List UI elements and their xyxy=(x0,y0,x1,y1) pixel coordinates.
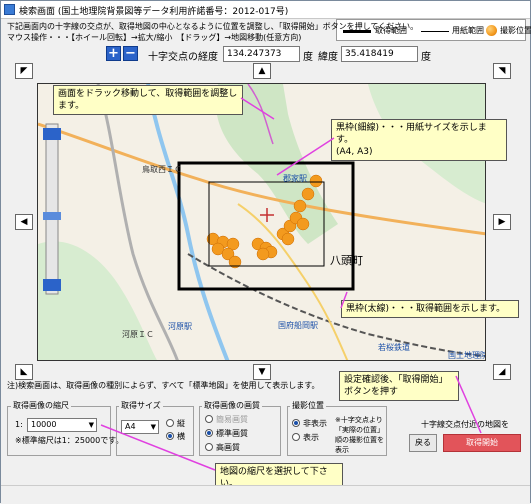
scale-prefix: 1: xyxy=(15,420,23,429)
thin-line-swatch xyxy=(421,31,449,32)
scale-select-value: 10000 xyxy=(31,420,57,429)
position-hide-radio[interactable] xyxy=(292,419,300,427)
scale-select[interactable]: 10000 ▼ xyxy=(27,418,97,432)
start-button[interactable]: 取得開始 xyxy=(443,434,521,452)
photo-dot-icon xyxy=(486,25,497,36)
chevron-down-icon: ▼ xyxy=(150,423,156,431)
quality-simple-radio[interactable] xyxy=(205,415,213,423)
longitude-unit: 度 xyxy=(303,52,313,63)
map-copyright: 国土地理院 xyxy=(448,351,486,360)
instruction-line-1: 下記画面内の十字線の交点が、取得地図の中心となるように位置を調整し、「取得開始」… xyxy=(7,22,419,31)
instruction-text: 下記画面内の十字線の交点が、取得地図の中心となるように位置を調整し、「取得開始」… xyxy=(7,21,418,43)
zoom-slider-track[interactable] xyxy=(45,123,59,295)
pan-north-button[interactable]: ▲ xyxy=(253,63,271,79)
zoom-out-button[interactable]: − xyxy=(123,46,138,61)
map-label-ic2: 河原ＩＣ xyxy=(122,330,154,339)
status-bar xyxy=(1,485,530,503)
legend-paper-label: 用紙範囲 xyxy=(452,26,484,35)
callout-thin-frame: 黒枠(細線)・・・用紙サイズを示します。 (A4, A3) xyxy=(331,119,507,161)
latitude-input[interactable]: 35.418419 xyxy=(341,46,418,62)
legend-photo-label: 撮影位置 xyxy=(500,26,531,35)
longitude-label: 十字交点の経度 xyxy=(148,52,218,63)
search-window: 検索画面 (国土地理院背景図等データ利用許諾番号：2012-017号) 取得範囲… xyxy=(0,0,531,503)
chevron-down-icon: ▼ xyxy=(88,421,94,429)
size-select[interactable]: A4 ▼ xyxy=(121,420,159,434)
orientation-landscape-radio[interactable] xyxy=(166,432,174,440)
quality-high-label: 高画質 xyxy=(216,443,240,452)
zoom-slider-plus[interactable] xyxy=(43,128,61,140)
callout-thick-frame: 黒枠(太線)・・・取得範囲を示します。 xyxy=(341,300,519,318)
longitude-input[interactable]: 134.247373 xyxy=(223,46,300,62)
map-label-station4: 若桜鉄道 xyxy=(378,343,410,352)
map-label-station1: 河原駅 xyxy=(168,322,192,331)
quality-simple-label: 簡易画質 xyxy=(216,415,248,424)
window-title: 検索画面 (国土地理院背景図等データ利用許諾番号：2012-017号) xyxy=(19,7,289,17)
orientation-landscape-label: 横 xyxy=(177,432,185,441)
quality-high-radio[interactable] xyxy=(205,443,213,451)
callout-drag: 画面をドラック移動して、取得範囲を調整します。 xyxy=(53,85,243,115)
map-label-ic1: 鳥取西ＩＣ xyxy=(142,165,182,174)
back-button[interactable]: 戻る xyxy=(409,434,437,452)
pan-south-button[interactable]: ▼ xyxy=(253,364,271,380)
zoom-slider-thumb[interactable] xyxy=(43,212,61,220)
instruction-line-2: マウス操作・・・【ホイール回転】→拡大/縮小 【ドラッグ】→地図移動(任意方向) xyxy=(7,33,302,42)
near-map-note: 十字線交点付近の地図を xyxy=(421,420,509,429)
orientation-portrait-radio[interactable] xyxy=(166,419,174,427)
latitude-unit: 度 xyxy=(421,52,431,63)
map-label-station2: 国府船岡駅 xyxy=(278,321,318,330)
position-show-label: 表示 xyxy=(303,433,319,442)
title-bar: 検索画面 (国土地理院背景図等データ利用許諾番号：2012-017号) xyxy=(1,1,530,19)
scale-note: ※標準縮尺は1：25000です。 xyxy=(15,436,124,445)
pan-southeast-button[interactable]: ◢ xyxy=(493,364,511,380)
pan-east-button[interactable]: ▶ xyxy=(493,214,511,230)
pan-northeast-button[interactable]: ◥ xyxy=(493,63,511,79)
size-select-value: A4 xyxy=(125,422,136,431)
quality-standard-radio[interactable] xyxy=(205,429,213,437)
position-show-radio[interactable] xyxy=(292,433,300,441)
map-note: 注)検索画面は、取得画像の種別によらず、すべて「標準地図」を使用して表示します。 xyxy=(7,381,320,390)
callout-confirm: 設定確認後、「取得開始」ボタンを押す xyxy=(339,371,459,401)
orientation-portrait-label: 縦 xyxy=(177,419,185,428)
map-label-town: 八頭町 xyxy=(330,254,363,267)
latitude-label: 緯度 xyxy=(318,52,338,63)
position-note: ※十字交点より「実際の位置」順の撮影位置を表示 xyxy=(335,416,384,454)
photo-position-title: 撮影位置 xyxy=(290,400,326,411)
pan-northwest-button[interactable]: ◤ xyxy=(15,63,33,79)
map-label-station3: 郡家駅 xyxy=(283,174,307,183)
size-section-title: 取得サイズ xyxy=(119,400,163,411)
pan-west-button[interactable]: ◀ xyxy=(15,214,33,230)
zoom-in-button[interactable]: + xyxy=(106,46,121,61)
pan-southwest-button[interactable]: ◣ xyxy=(15,364,33,380)
quality-section-title: 取得画像の画質 xyxy=(202,400,262,411)
zoom-slider-minus[interactable] xyxy=(43,279,61,291)
scale-section-title: 取得画像の縮尺 xyxy=(11,400,71,411)
app-icon xyxy=(4,4,15,15)
position-hide-label: 非表示 xyxy=(303,419,327,428)
quality-standard-label: 標準画質 xyxy=(216,429,248,438)
